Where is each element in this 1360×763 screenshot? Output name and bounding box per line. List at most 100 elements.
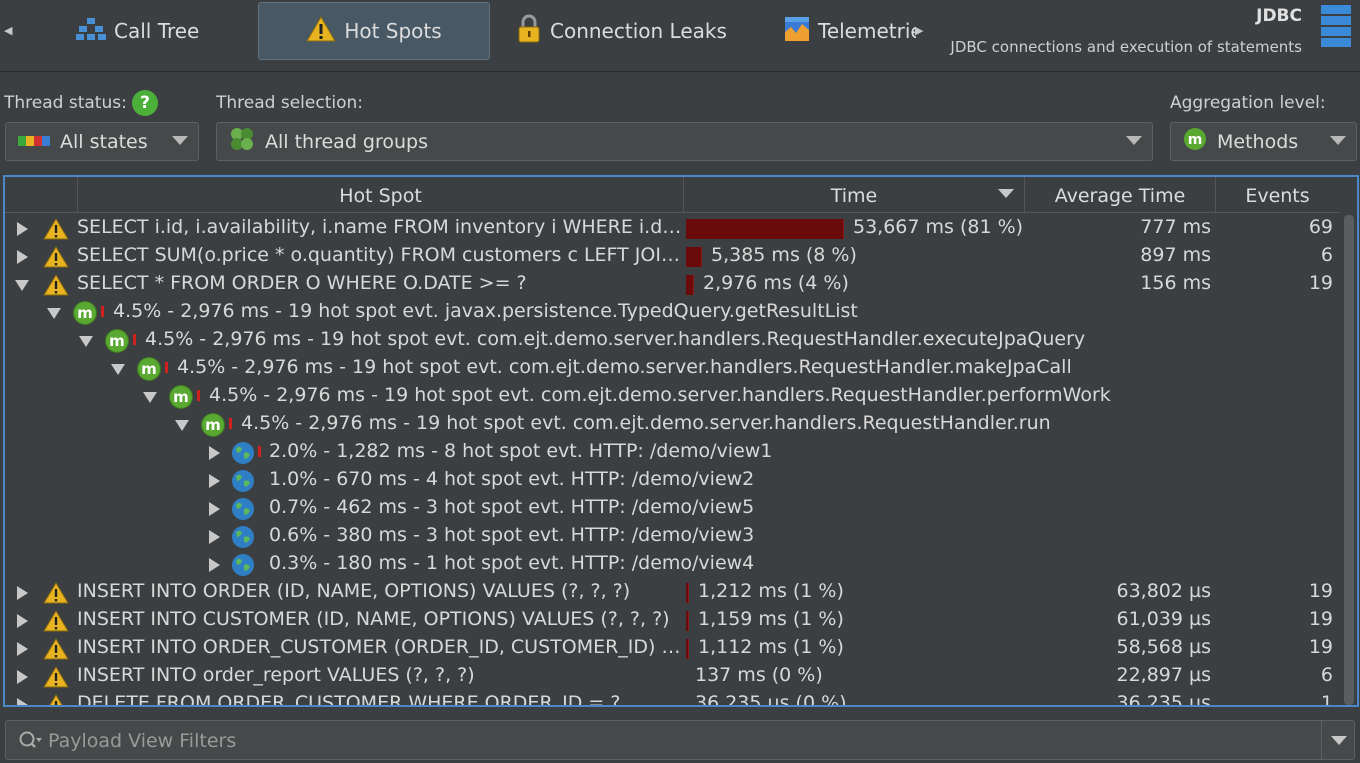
thread-selection-label: Thread selection: — [216, 93, 363, 113]
aggregation-level-select[interactable]: m Methods — [1170, 122, 1357, 161]
backtrace-node[interactable]: m 4.5% - 2,976 ms - 19 hot spot evt. com… — [5, 327, 1339, 355]
help-icon[interactable]: ? — [132, 90, 158, 116]
backtrace-node[interactable]: m 4.5% - 2,976 ms - 19 hot spot evt. com… — [5, 383, 1339, 411]
backtrace-text: 4.5% - 2,976 ms - 19 hot spot evt. javax… — [113, 300, 858, 322]
table-row[interactable]: DELETE FROM ORDER_CUSTOMER WHERE ORDER_I… — [5, 691, 1339, 707]
http-node[interactable]: 1.0% - 670 ms - 4 hot spot evt. HTTP: /d… — [5, 467, 1339, 495]
backtrace-text: 4.5% - 2,976 ms - 19 hot spot evt. com.e… — [241, 412, 1051, 434]
search-icon[interactable] — [18, 730, 42, 752]
expand-icon[interactable] — [209, 446, 220, 460]
database-icon — [1320, 4, 1352, 48]
time-bar — [686, 639, 689, 659]
scroll-left-icon[interactable]: ◀ — [4, 24, 12, 37]
http-node[interactable]: 2.0% - 1,282 ms - 8 hot spot evt. HTTP: … — [5, 439, 1339, 467]
table-row[interactable]: INSERT INTO ORDER_CUSTOMER (ORDER_ID, CU… — [5, 635, 1339, 663]
thread-status-select[interactable]: All states — [5, 122, 199, 161]
method-icon: m — [169, 385, 193, 409]
aggregation-level-label: Aggregation level: — [1170, 93, 1326, 113]
hot-spots-table[interactable]: Hot Spot Time Average Time Events SELECT… — [3, 175, 1359, 707]
call-tree-icon — [76, 17, 106, 46]
expand-icon[interactable] — [17, 586, 28, 600]
backtrace-node[interactable]: m 4.5% - 2,976 ms - 19 hot spot evt. com… — [5, 355, 1339, 383]
table-row[interactable]: INSERT INTO CUSTOMER (ID, NAME, OPTIONS)… — [5, 607, 1339, 635]
scrollbar-thumb[interactable] — [1344, 215, 1354, 705]
time-bar — [686, 275, 694, 295]
expand-icon[interactable] — [209, 474, 220, 488]
events-value: 19 — [1308, 636, 1333, 658]
payload-filter-input[interactable] — [48, 727, 1278, 755]
time-value: 2,976 ms (4 %) — [703, 272, 849, 294]
expand-icon[interactable] — [17, 670, 28, 684]
table-row[interactable]: INSERT INTO order_report VALUES (?, ?, ?… — [5, 663, 1339, 691]
expand-icon[interactable] — [209, 558, 220, 572]
collapse-icon[interactable] — [175, 420, 189, 431]
expand-icon[interactable] — [209, 502, 220, 516]
tab-hot-spots[interactable]: Hot Spots — [258, 2, 490, 60]
average-time-value: 58,568 µs — [1116, 636, 1211, 658]
sort-descending-icon — [998, 189, 1014, 198]
scroll-right-icon[interactable]: ▶ — [915, 24, 923, 37]
http-node[interactable]: 0.6% - 380 ms - 3 hot spot evt. HTTP: /d… — [5, 523, 1339, 551]
http-node[interactable]: 0.7% - 462 ms - 3 hot spot evt. HTTP: /d… — [5, 495, 1339, 523]
table-row[interactable]: INSERT INTO ORDER (ID, NAME, OPTIONS) VA… — [5, 579, 1339, 607]
hot-spot-marker — [258, 446, 261, 457]
tab-telemetries-label: Telemetries — [818, 19, 916, 43]
tab-telemetries[interactable]: Telemetries — [784, 2, 916, 60]
backtrace-node[interactable]: m 4.5% - 2,976 ms - 19 hot spot evt. com… — [5, 411, 1339, 439]
average-time-value: 22,897 µs — [1116, 664, 1211, 686]
expand-icon[interactable] — [17, 698, 28, 705]
warning-icon — [43, 274, 69, 296]
time-value: 1,112 ms (1 %) — [698, 636, 844, 658]
average-time-value: 61,039 µs — [1116, 608, 1211, 630]
thread-states-icon — [18, 131, 50, 153]
events-value: 19 — [1308, 608, 1333, 630]
hot-spot-name: SELECT i.id, i.availability, i.name FROM… — [77, 216, 683, 238]
expand-icon[interactable] — [209, 530, 220, 544]
thread-selection-select[interactable]: All thread groups — [216, 122, 1153, 161]
collapse-icon[interactable] — [47, 308, 61, 319]
chevron-down-icon — [1126, 136, 1142, 145]
backtrace-text: 4.5% - 2,976 ms - 19 hot spot evt. com.e… — [209, 384, 1111, 406]
expand-icon[interactable] — [17, 614, 28, 628]
collapse-icon[interactable] — [143, 392, 157, 403]
column-header-time[interactable]: Time — [683, 177, 1024, 213]
expand-icon[interactable] — [17, 642, 28, 656]
events-value: 1 — [1320, 692, 1333, 707]
http-node[interactable]: 0.3% - 180 ms - 1 hot spot evt. HTTP: /d… — [5, 551, 1339, 579]
tab-connection-leaks[interactable]: Connection Leaks — [516, 2, 746, 60]
http-node-text: 0.7% - 462 ms - 3 hot spot evt. HTTP: /d… — [269, 496, 755, 518]
hot-spot-name: INSERT INTO order_report VALUES (?, ?, ?… — [77, 664, 475, 686]
warning-icon — [49, 694, 63, 705]
table-header: Hot Spot Time Average Time Events — [5, 177, 1339, 213]
warning-icon — [43, 246, 69, 268]
collapse-icon[interactable] — [15, 280, 29, 291]
average-time-value: 897 ms — [1140, 244, 1211, 266]
filter-history-button[interactable] — [1321, 721, 1355, 759]
average-time-value: 156 ms — [1140, 272, 1211, 294]
expand-icon[interactable] — [17, 250, 28, 264]
column-header-events[interactable]: Events — [1215, 177, 1339, 213]
globe-icon — [232, 526, 254, 548]
warning-icon — [43, 582, 69, 604]
tab-connection-leaks-label: Connection Leaks — [550, 19, 727, 43]
backtrace-node[interactable]: m 4.5% - 2,976 ms - 19 hot spot evt. jav… — [5, 299, 1339, 327]
aggregation-level-value: Methods — [1217, 130, 1299, 153]
events-value: 6 — [1320, 244, 1333, 266]
warning-icon — [43, 638, 69, 660]
tab-call-tree[interactable]: Call Tree — [76, 2, 226, 60]
vertical-scrollbar[interactable] — [1341, 215, 1357, 705]
hot-spot-name: DELETE FROM ORDER_CUSTOMER WHERE ORDER_I… — [77, 692, 621, 707]
hot-spot-name: INSERT INTO CUSTOMER (ID, NAME, OPTIONS)… — [77, 608, 670, 630]
time-bar — [686, 583, 689, 603]
expand-icon[interactable] — [17, 222, 28, 236]
hot-spot-marker — [133, 334, 136, 345]
column-header-hot-spot[interactable]: Hot Spot — [77, 177, 683, 213]
column-header-average-time[interactable]: Average Time — [1024, 177, 1215, 213]
collapse-icon[interactable] — [111, 364, 125, 375]
table-row[interactable]: SELECT i.id, i.availability, i.name FROM… — [5, 215, 1339, 243]
http-node-text: 0.3% - 180 ms - 1 hot spot evt. HTTP: /d… — [269, 552, 755, 574]
collapse-icon[interactable] — [79, 336, 93, 347]
table-row[interactable]: SELECT * FROM ORDER O WHERE O.DATE >= ? … — [5, 271, 1339, 299]
thread-selection-value: All thread groups — [265, 130, 428, 153]
table-row[interactable]: SELECT SUM(o.price * o.quantity) FROM cu… — [5, 243, 1339, 271]
